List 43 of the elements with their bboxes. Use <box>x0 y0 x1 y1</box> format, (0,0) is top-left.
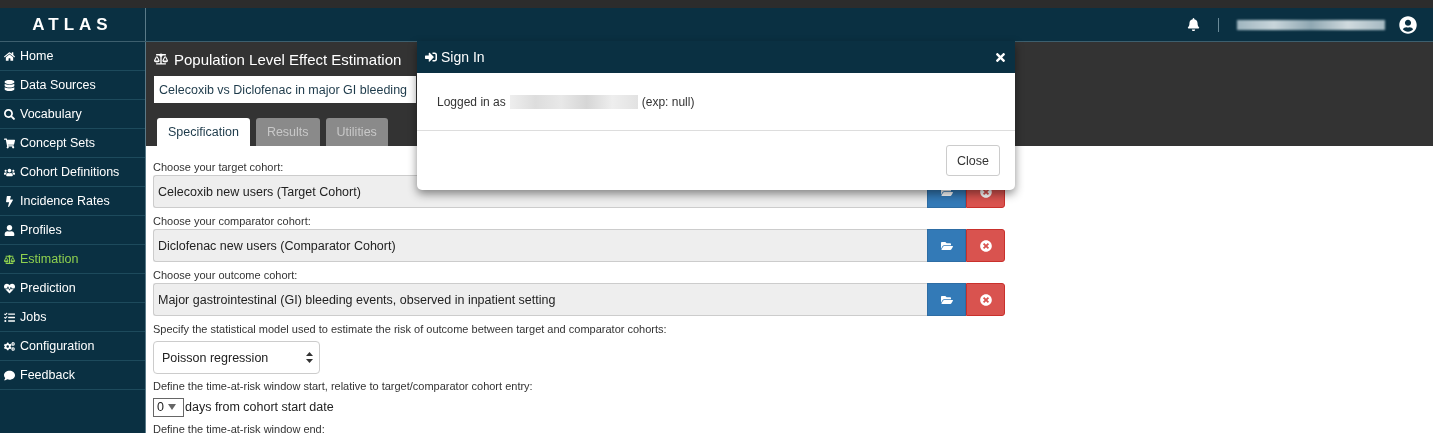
sidebar-item[interactable]: Prediction <box>0 274 145 303</box>
field-label: Define the time-at-risk window start, relative to target/comparator cohort entry: <box>153 378 533 394</box>
tab[interactable]: Specification <box>157 118 250 146</box>
sidebar-item-label: Incidence Rates <box>20 194 110 208</box>
field-label: Choose your comparator cohort: <box>153 213 311 229</box>
model-select[interactable]: Poisson regression <box>153 341 320 374</box>
sidebar-item-label: Configuration <box>20 339 95 353</box>
sidebar-item[interactable]: Incidence Rates <box>0 187 145 216</box>
name-field[interactable]: Celecoxib vs Diclofenac in major GI bleeding <box>154 76 416 103</box>
dialog-title: Sign In <box>441 49 485 65</box>
days-select[interactable]: 0 <box>153 397 184 417</box>
sidebar-item-label: Data Sources <box>20 78 96 92</box>
sidebar-item[interactable]: Jobs <box>0 303 145 332</box>
days-suffix: days from cohort start date <box>185 400 334 414</box>
page-title: Population Level Effect Estimation <box>174 50 402 68</box>
sidebar-item[interactable]: Data Sources <box>0 71 145 100</box>
sidebar-item-label: Jobs <box>20 310 47 324</box>
field-label: Specify the statistical model used to estimate the risk of outcome between target and comparator cohorts: <box>153 321 667 337</box>
sidebar-item[interactable]: Vocabulary <box>0 100 145 129</box>
dialog-message: Logged in as <box>437 94 506 109</box>
sidebar-item[interactable]: Concept Sets <box>0 129 145 158</box>
sidebar-item-label: Home <box>20 49 54 63</box>
sidebar-item-label: Profiles <box>20 223 62 237</box>
sidebar-item[interactable]: Home <box>0 42 145 71</box>
sidebar-item[interactable]: Estimation <box>0 245 145 274</box>
sidebar-item-label: Vocabulary <box>20 107 82 121</box>
sidebar-item-label: Prediction <box>20 281 76 295</box>
sidebar-item-label: Estimation <box>20 252 79 266</box>
field-label: Choose your target cohort: <box>153 159 284 175</box>
sidebar-item[interactable]: Cohort Definitions <box>0 158 145 187</box>
sidebar-item[interactable]: Configuration <box>0 332 145 361</box>
sidebar-item[interactable]: Feedback <box>0 361 145 390</box>
sidebar-item[interactable]: Profiles <box>0 216 145 245</box>
dialog-message: (exp: null) <box>641 94 695 109</box>
brand-logo: ATLAS <box>0 8 146 41</box>
sidebar-item-label: Feedback <box>20 368 75 382</box>
sidebar-item-label: Cohort Definitions <box>20 165 120 179</box>
close-button[interactable]: Close <box>946 145 1000 176</box>
cohort-field[interactable]: Major gastrointestinal (GI) bleeding events, observed in inpatient setting <box>153 283 927 316</box>
field-label: Define the time-at-risk window end: <box>153 421 325 433</box>
cohort-field[interactable]: Diclofenac new users (Comparator Cohort) <box>153 229 927 262</box>
sidebar-item-label: Concept Sets <box>20 136 96 150</box>
field-label: Choose your outcome cohort: <box>153 267 298 283</box>
